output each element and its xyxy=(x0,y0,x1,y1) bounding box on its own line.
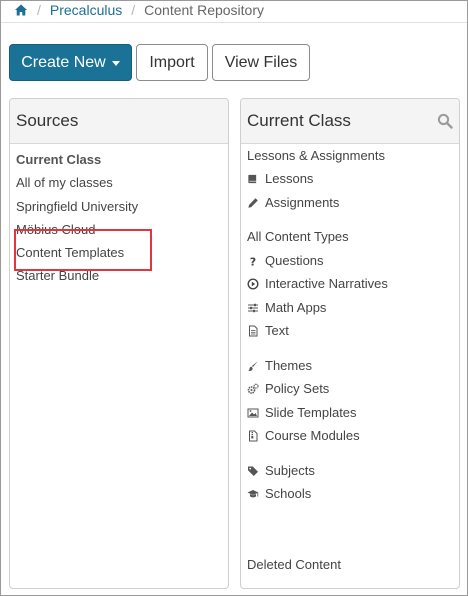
lessons-label: Lessons xyxy=(265,171,314,186)
search-icon[interactable] xyxy=(437,113,453,129)
breadcrumb-separator: / xyxy=(37,2,41,18)
image-icon xyxy=(247,407,259,419)
breadcrumb: / Precalculus / Content Repository xyxy=(14,1,264,19)
import-button[interactable]: Import xyxy=(136,44,208,81)
svg-text:?: ? xyxy=(250,256,256,268)
home-icon[interactable] xyxy=(14,3,28,17)
header-divider xyxy=(1,22,467,23)
sliders-icon xyxy=(247,302,259,314)
document-text-icon xyxy=(247,325,259,337)
question-mark-icon: ? xyxy=(247,255,259,268)
list-item-slide-templates[interactable]: Slide Templates xyxy=(247,403,357,423)
questions-label: Questions xyxy=(265,253,324,268)
breadcrumb-separator: / xyxy=(131,2,136,18)
file-archive-icon xyxy=(247,430,259,442)
current-class-panel: Current Class Lessons & Assignments Less… xyxy=(240,98,460,589)
assignments-label: Assignments xyxy=(265,195,340,210)
math-apps-label: Math Apps xyxy=(265,300,327,315)
lessons-assignments-heading: Lessons & Assignments xyxy=(247,146,385,166)
create-new-label: Create New xyxy=(21,53,106,71)
create-new-button[interactable]: Create New xyxy=(9,44,132,81)
content-templates-highlight xyxy=(14,229,152,271)
list-item-deleted-content[interactable]: Deleted Content xyxy=(247,555,341,575)
breadcrumb-precalculus-link[interactable]: Precalculus xyxy=(50,2,122,18)
deleted-content-label: Deleted Content xyxy=(247,557,341,572)
subjects-label: Subjects xyxy=(265,463,315,478)
list-item-themes[interactable]: Themes xyxy=(247,356,312,376)
caret-down-icon xyxy=(111,61,120,66)
course-modules-label: Course Modules xyxy=(265,428,360,443)
current-class-panel-header: Current Class xyxy=(241,99,459,144)
current-class-panel-title: Current Class xyxy=(247,111,351,130)
list-item-schools[interactable]: Schools xyxy=(247,484,311,504)
sources-panel: Sources Current Class All of my classes … xyxy=(9,98,229,589)
view-files-button[interactable]: View Files xyxy=(212,44,310,81)
list-item-course-modules[interactable]: Course Modules xyxy=(247,426,360,446)
interactive-narratives-label: Interactive Narratives xyxy=(265,276,388,291)
list-item-subjects[interactable]: Subjects xyxy=(247,461,315,481)
list-item-policy-sets[interactable]: Policy Sets xyxy=(247,379,329,399)
source-item-all-classes[interactable]: All of my classes xyxy=(16,171,138,194)
list-item-lessons[interactable]: Lessons xyxy=(247,169,313,189)
list-item-text[interactable]: Text xyxy=(247,321,289,341)
play-circle-icon xyxy=(247,278,259,290)
breadcrumb-current-page: Content Repository xyxy=(144,2,264,18)
book-icon xyxy=(247,173,259,185)
schools-label: Schools xyxy=(265,486,312,501)
tag-icon xyxy=(247,465,259,477)
slide-templates-label: Slide Templates xyxy=(265,405,357,420)
themes-label: Themes xyxy=(265,358,312,373)
sources-panel-title: Sources xyxy=(10,99,228,144)
source-item-current-class[interactable]: Current Class xyxy=(16,148,138,171)
list-item-interactive-narratives[interactable]: Interactive Narratives xyxy=(247,274,388,294)
list-item-questions[interactable]: ? Questions xyxy=(247,251,324,271)
cogs-icon xyxy=(247,383,259,395)
list-item-assignments[interactable]: Assignments xyxy=(247,193,339,213)
list-item-math-apps[interactable]: Math Apps xyxy=(247,298,326,318)
graduation-cap-icon xyxy=(247,488,259,500)
paintbrush-icon xyxy=(247,360,259,372)
source-item-springfield-university[interactable]: Springfield University xyxy=(16,195,138,218)
all-content-types-heading: All Content Types xyxy=(247,227,349,247)
text-label: Text xyxy=(265,323,289,338)
all-content-types-label: All Content Types xyxy=(247,229,349,244)
pencil-icon xyxy=(247,197,259,209)
lessons-assignments-label: Lessons & Assignments xyxy=(247,148,386,163)
policy-sets-label: Policy Sets xyxy=(265,381,330,396)
